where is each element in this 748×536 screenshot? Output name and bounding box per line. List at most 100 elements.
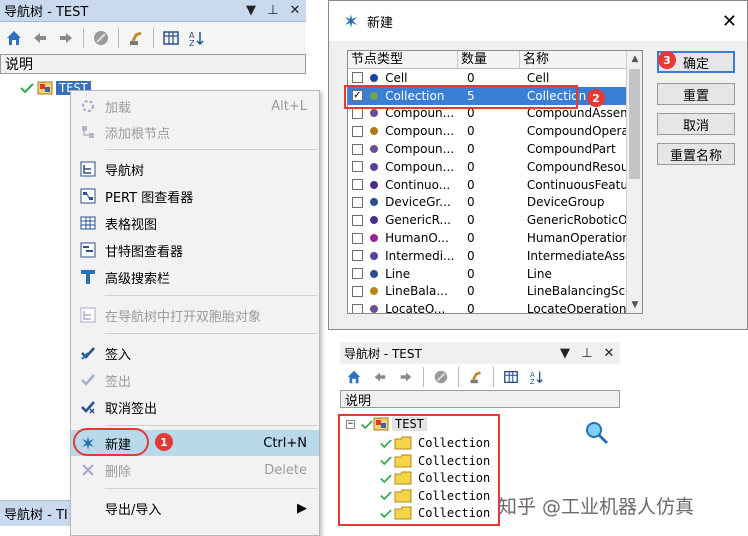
quantity-cell[interactable]: 0	[464, 178, 524, 192]
column-header-node-type[interactable]: 节点类型	[348, 51, 458, 68]
row-checkbox[interactable]	[352, 72, 363, 84]
sort-az-icon[interactable]: AZ	[525, 365, 549, 389]
reset-button[interactable]: 重置	[657, 83, 735, 105]
menu-item-check-out[interactable]: 签出	[71, 367, 319, 393]
name-cell[interactable]: CompoundResour...	[524, 160, 628, 174]
menu-item-navigation-tree[interactable]: 导航树	[71, 156, 319, 182]
menu-item-load[interactable]: 加载 Alt+L	[71, 93, 319, 119]
name-cell[interactable]: Cell	[524, 71, 628, 85]
column-header-quantity[interactable]: 数量	[458, 51, 520, 68]
row-checkbox[interactable]	[352, 250, 363, 262]
name-cell[interactable]: ContinuousFeatur...	[524, 178, 628, 192]
menu-item-gantt-viewer[interactable]: 甘特图查看器	[71, 237, 319, 263]
menu-item-undo-check-out[interactable]: 取消签出	[71, 394, 319, 420]
home-icon[interactable]	[342, 365, 366, 389]
quantity-cell[interactable]: 0	[464, 284, 524, 298]
grid-row[interactable]: GenericR... 0 GenericRoboticO...	[348, 211, 628, 229]
menu-item-open-twin[interactable]: 在导航树中打开双胞胎对象	[71, 302, 319, 328]
menu-item-delete[interactable]: 删除 Delete	[71, 457, 319, 483]
dropdown-icon[interactable]: ▼	[240, 3, 262, 18]
quantity-cell[interactable]: 0	[464, 160, 524, 174]
disc-icon[interactable]	[429, 365, 453, 389]
name-cell[interactable]: LocateOperation	[524, 302, 628, 313]
quantity-cell[interactable]: 0	[464, 267, 524, 281]
grid-row[interactable]: Compoun... 0 CompoundPart	[348, 140, 628, 158]
pin-icon[interactable]: ⊥	[576, 346, 598, 361]
menu-item-check-in[interactable]: 签入	[71, 340, 319, 366]
quantity-cell[interactable]: 0	[464, 142, 524, 156]
home-icon[interactable]	[2, 26, 26, 50]
name-cell[interactable]: Line	[524, 267, 628, 281]
quantity-cell[interactable]: 0	[464, 249, 524, 263]
grid-row[interactable]: LocateO... 0 LocateOperation	[348, 300, 628, 313]
quantity-cell[interactable]: 0	[464, 195, 524, 209]
robot-arm-icon[interactable]	[464, 365, 488, 389]
grid-row[interactable]: Compoun... 0CompoundOperati...	[348, 122, 628, 140]
dialog-close-icon[interactable]: ✕	[722, 11, 737, 32]
row-checkbox[interactable]	[352, 285, 363, 297]
menu-item-pert-viewer[interactable]: PERT 图查看器	[71, 183, 319, 209]
grid-row[interactable]: LineBala... 0LineBalancingSco...	[348, 283, 628, 301]
grid-vertical-scrollbar[interactable]: ▲ ▼	[626, 51, 642, 313]
name-cell[interactable]: GenericRoboticO...	[524, 213, 628, 227]
check-in-icon	[81, 347, 95, 360]
forward-arrow-icon[interactable]	[54, 26, 78, 50]
grid-row[interactable]: Line 0 Line	[348, 265, 628, 283]
grid-header: 节点类型 数量 名称	[348, 51, 628, 69]
column-header-name[interactable]: 名称	[520, 51, 628, 68]
grid-row[interactable]: DeviceGr... 0 DeviceGroup	[348, 194, 628, 212]
description-column-header[interactable]: 说明	[340, 390, 620, 409]
cancel-button[interactable]: 取消	[657, 113, 735, 135]
pin-icon[interactable]: ⊥	[262, 3, 284, 18]
robot-arm-icon[interactable]	[124, 26, 148, 50]
scrollbar-thumb[interactable]	[629, 69, 640, 179]
quantity-cell[interactable]: 0	[464, 302, 524, 313]
disc-icon[interactable]	[89, 26, 113, 50]
close-icon[interactable]: ✕	[598, 346, 620, 361]
description-column-header[interactable]: 说明	[0, 54, 306, 74]
node-type-icon	[367, 179, 382, 191]
grid-row[interactable]: HumanO... 0 HumanOperation	[348, 229, 628, 247]
row-checkbox[interactable]	[352, 232, 363, 244]
forward-arrow-icon[interactable]	[394, 365, 418, 389]
row-checkbox[interactable]	[352, 143, 363, 155]
quantity-cell[interactable]: 0	[464, 231, 524, 245]
name-cell[interactable]: DeviceGroup	[524, 195, 628, 209]
name-cell[interactable]: CompoundPart	[524, 142, 628, 156]
quantity-cell[interactable]: 0	[464, 71, 524, 85]
quantity-cell[interactable]: 0	[464, 213, 524, 227]
menu-item-export-import[interactable]: 导出/导入 ▶	[71, 495, 319, 521]
table-columns-icon[interactable]	[159, 26, 183, 50]
row-checkbox[interactable]	[352, 268, 363, 280]
menu-item-add-root-node[interactable]: 添加根节点	[71, 119, 319, 145]
grid-row[interactable]: Intermedi... 0IntermediateAsse...	[348, 247, 628, 265]
bottom-panel-tab[interactable]: 导航树 - TI	[0, 500, 80, 526]
row-checkbox[interactable]	[352, 214, 363, 226]
dropdown-icon[interactable]: ▼	[554, 346, 576, 361]
name-cell[interactable]: LineBalancingSco...	[524, 284, 628, 298]
close-icon[interactable]: ✕	[284, 3, 306, 18]
reset-names-button[interactable]: 重置名称	[657, 143, 735, 165]
menu-item-table-view[interactable]: 表格视图	[71, 210, 319, 236]
back-arrow-icon[interactable]	[28, 26, 52, 50]
scroll-up-icon[interactable]: ▲	[627, 51, 642, 67]
quantity-cell[interactable]: 0	[464, 124, 524, 138]
row-checkbox[interactable]	[352, 161, 363, 173]
node-type-icon	[367, 285, 382, 297]
menu-item-advanced-search[interactable]: 高级搜索栏	[71, 264, 319, 290]
row-checkbox[interactable]	[352, 196, 363, 208]
grid-row[interactable]: Continuo... 0ContinuousFeatur...	[348, 176, 628, 194]
row-checkbox[interactable]	[352, 179, 363, 191]
table-columns-icon[interactable]	[499, 365, 523, 389]
row-checkbox[interactable]	[352, 303, 363, 313]
name-cell[interactable]: CompoundOperati...	[524, 124, 628, 138]
magnifier-icon[interactable]	[584, 420, 610, 446]
grid-row[interactable]: Compoun... 0CompoundResour...	[348, 158, 628, 176]
back-arrow-icon[interactable]	[368, 365, 392, 389]
sort-az-icon[interactable]: AZ	[185, 26, 209, 50]
name-cell[interactable]: HumanOperation	[524, 231, 628, 245]
name-cell[interactable]: IntermediateAsse...	[524, 249, 628, 263]
row-checkbox[interactable]	[352, 125, 363, 137]
row-checkbox[interactable]	[352, 107, 363, 119]
scroll-down-icon[interactable]: ▼	[627, 297, 642, 313]
